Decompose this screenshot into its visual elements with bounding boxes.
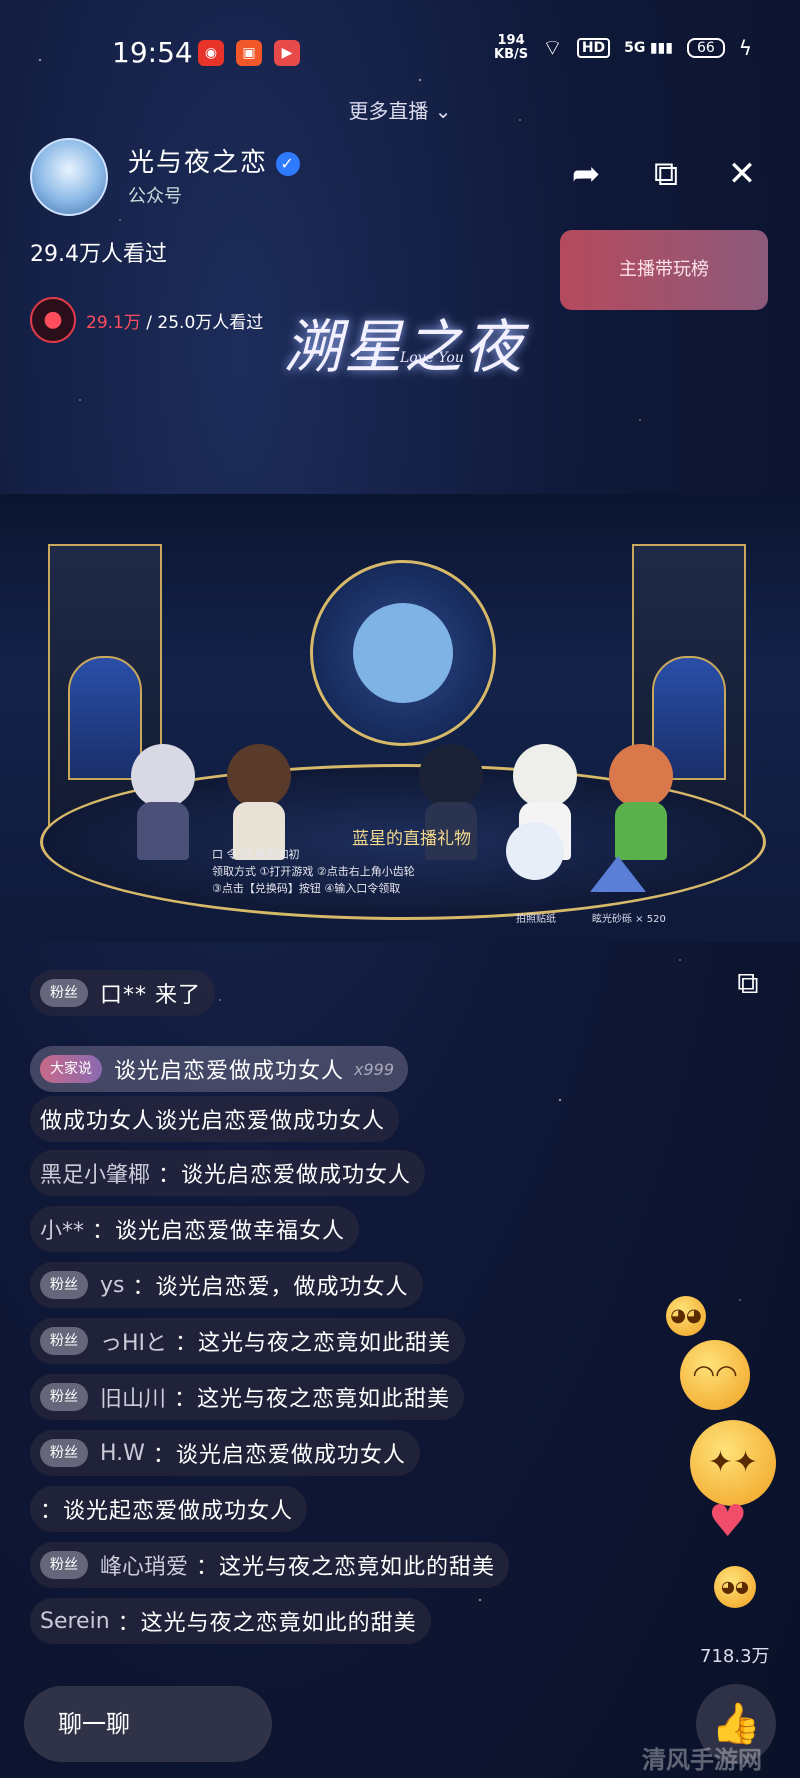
chat-entry[interactable]: 大家说 谈光启恋爱做成功女人 x999 <box>30 1046 409 1092</box>
more-live-button[interactable]: 更多直播 ⌄ <box>0 95 800 124</box>
chat-message: ：这光与夜之恋竟如此的甜美 <box>117 1611 417 1636</box>
status-bar: 19:54 ◉ ▣ ▶ 194 KB/S ⌔ HD 5G ▮▮▮ 66 ϟ <box>0 30 800 74</box>
chat-message: 做成功女人谈光启恋爱做成功女人 <box>40 1109 386 1134</box>
screen-rotate-icon[interactable]: ⧉ <box>728 966 768 1006</box>
photo-sticker-label: 拍照贴纸 <box>516 914 556 925</box>
photo-sticker-image <box>506 822 564 880</box>
fan-badge: 粉丝 <box>40 1327 88 1355</box>
streamer-name-row[interactable]: 光与夜之恋 ✓ <box>128 142 301 179</box>
chat-entry[interactable]: 粉丝 ys ：谈光启恋爱，做成功女人 <box>30 1262 423 1308</box>
fan-badge: 粉丝 <box>40 1439 88 1467</box>
view-count: 29.4万人看过 <box>30 242 167 267</box>
chat-message: ：谈光启恋爱，做成功女人 <box>132 1275 409 1300</box>
gift-line: ③点击【兑换码】按钮 ④输入口令领取 <box>212 882 401 895</box>
chat-message: 谈光启恋爱做成功女人 <box>114 1059 345 1084</box>
heart-icon: ♥ <box>708 1496 748 1547</box>
chat-message: 口** 来了 <box>100 983 201 1008</box>
rank-button[interactable]: 主播带玩榜 <box>560 230 768 310</box>
fan-group-icon: ● <box>30 297 76 343</box>
chat-message: ：这光与夜之恋竟如此的甜美 <box>196 1555 496 1580</box>
chat-input[interactable]: 聊一聊 <box>24 1686 272 1762</box>
stage-emblem <box>310 560 496 746</box>
chat-username: 旧山川 <box>100 1387 167 1412</box>
character-1 <box>128 744 198 864</box>
gift-line: 口 令 码 唯爱如初 <box>212 848 300 861</box>
gift-instructions: 口 令 码 唯爱如初 领取方式 ①打开游戏 ②点击右上角小齿轮 ③点击【兑换码】… <box>212 846 415 897</box>
network-speed: 194 KB/S <box>494 33 529 62</box>
repeat-count: x999 <box>354 1059 395 1079</box>
streamer-avatar[interactable] <box>30 138 108 216</box>
chat-message: ：这光与夜之恋竟如此甜美 <box>175 1331 452 1356</box>
event-logo-subtitle: Love You <box>400 350 464 366</box>
fan-badge: 粉丝 <box>40 1383 88 1411</box>
weibo-icon: ◉ <box>198 40 224 66</box>
hd-icon: HD <box>576 38 611 58</box>
fans-separator: / <box>140 312 158 333</box>
chat-username: っHIと <box>100 1331 168 1356</box>
gift-line: 领取方式 ①打开游戏 ②点击右上角小齿轮 <box>212 865 415 878</box>
emoji-icon: ✦✦ <box>690 1420 776 1506</box>
live-video[interactable]: 蓝星的直播礼物 口 令 码 唯爱如初 领取方式 ①打开游戏 ②点击右上角小齿轮 … <box>0 494 800 942</box>
fan-badge: 粉丝 <box>40 1271 88 1299</box>
verified-icon: ✓ <box>276 151 301 176</box>
event-logo: 溯星之夜 <box>284 313 525 381</box>
chat-message: ：谈光起恋爱做成功女人 <box>40 1499 294 1524</box>
chat-username: 小** <box>40 1219 85 1244</box>
emoji-icon: ◕◕ <box>666 1296 706 1336</box>
sand-gift-label: 眩光砂砾 × 520 <box>592 914 666 925</box>
popular-badge: 大家说 <box>40 1055 102 1083</box>
fan-badge: 粉丝 <box>40 979 88 1007</box>
close-icon[interactable]: ✕ <box>718 150 766 198</box>
fans-row[interactable]: ● 29.1万 / 25.0万人看过 <box>30 296 263 344</box>
chat-entry[interactable]: ：谈光起恋爱做成功女人 <box>30 1486 308 1532</box>
chat-message: ：谈光启恋爱做幸福女人 <box>92 1219 346 1244</box>
character-5 <box>606 744 676 864</box>
fans-total: 25.0万人看过 <box>157 312 264 333</box>
camera-record-icon: ▶ <box>274 40 300 66</box>
mascot <box>353 603 453 703</box>
chat-entry[interactable]: 粉丝 H.W ：谈光启恋爱做成功女人 <box>30 1430 420 1476</box>
chat-entry[interactable]: 小** ：谈光启恋爱做幸福女人 <box>30 1206 360 1252</box>
chat-username: ys <box>100 1272 125 1298</box>
fans-value: 29.1万 <box>86 312 141 333</box>
chat-entry[interactable]: 黑足小肇椰 ：谈光启恋爱做成功女人 <box>30 1150 426 1196</box>
chat-message: ：这光与夜之恋竟如此甜美 <box>174 1387 451 1412</box>
chat-message: ：谈光启恋爱做成功女人 <box>152 1443 406 1468</box>
emoji-icon: ◕◕ <box>714 1566 756 1608</box>
floating-reactions: ◕◕ ◠◠ ✦✦ ♥ ◕◕ <box>660 1296 790 1616</box>
live-header: 光与夜之恋 ✓ 公众号 ➦ ⧉ ✕ <box>30 138 770 218</box>
streamer-name: 光与夜之恋 <box>128 148 269 178</box>
pip-icon[interactable]: ⧉ <box>642 150 690 198</box>
chat-entry[interactable]: 做成功女人谈光启恋爱做成功女人 <box>30 1096 400 1142</box>
status-time: 19:54 <box>112 36 193 69</box>
chat-entry[interactable]: 粉丝 っHIと ：这光与夜之恋竟如此甜美 <box>30 1318 466 1364</box>
chat-username: 黑足小肇椰 <box>40 1163 151 1188</box>
chat-entry[interactable]: 粉丝 旧山川 ：这光与夜之恋竟如此甜美 <box>30 1374 465 1420</box>
chat-username: H.W <box>100 1440 145 1466</box>
like-count: 718.3万 <box>700 1646 770 1667</box>
account-type: 公众号 <box>128 186 182 207</box>
charging-icon: ϟ <box>738 36 752 60</box>
chat-message: ：谈光启恋爱做成功女人 <box>158 1163 412 1188</box>
signal-5g-icon: 5G ▮▮▮ <box>624 40 673 56</box>
fan-badge: 粉丝 <box>40 1551 88 1579</box>
chat-username: 峰心琑爱 <box>100 1555 189 1580</box>
emoji-icon: ◠◠ <box>680 1340 750 1410</box>
fans-stat: 29.1万 / 25.0万人看过 <box>86 308 263 333</box>
share-icon[interactable]: ➦ <box>562 150 610 198</box>
chat-username: Serein <box>40 1608 110 1634</box>
wifi-icon: ⌔ <box>542 36 563 61</box>
watermark: 清风手游网 <box>642 1746 762 1774</box>
chat-entry[interactable]: 粉丝 口** 来了 <box>30 970 215 1016</box>
battery-indicator: 66 <box>686 38 725 58</box>
chat-entry[interactable]: Serein ：这光与夜之恋竟如此的甜美 <box>30 1598 431 1644</box>
chat-entry[interactable]: 粉丝 峰心琑爱 ：这光与夜之恋竟如此的甜美 <box>30 1542 510 1588</box>
xiaohongshu-icon: ▣ <box>236 40 262 66</box>
